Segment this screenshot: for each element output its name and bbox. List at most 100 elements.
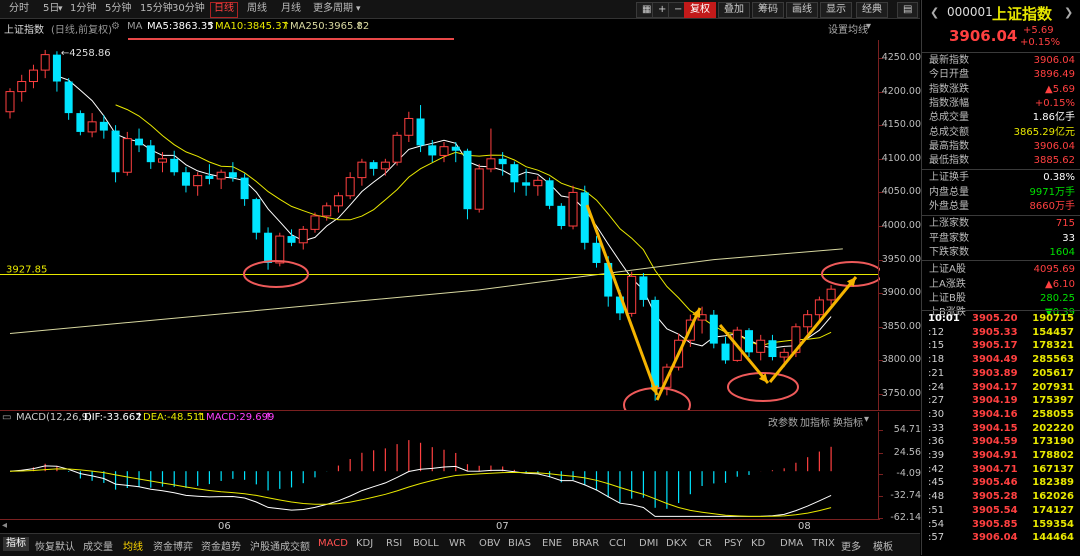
indicator-tab[interactable]: DMA	[780, 538, 803, 549]
classic-button[interactable]: 经典	[856, 2, 888, 18]
quote-row-label: 总成交量	[929, 112, 969, 124]
candlestick-chart[interactable]: 3927.85←4258.86←3711.11	[0, 40, 880, 410]
tab-timeframe-weekly[interactable]: 周线	[244, 2, 270, 16]
tick-row: :12 3905.33 154457	[922, 326, 1079, 340]
indicator-tab[interactable]: KDJ	[356, 538, 373, 549]
candle-body	[392, 134, 402, 163]
tick-volume: 144464	[1032, 532, 1074, 544]
tick-volume: 285563	[1032, 354, 1074, 366]
fuquan-button[interactable]: 复权	[684, 2, 716, 18]
indicator-tab[interactable]: TRIX	[812, 538, 835, 549]
overlay-button[interactable]: 叠加	[718, 2, 750, 18]
tick-time: :36	[928, 436, 945, 448]
indicator-tab[interactable]: PSY	[724, 538, 743, 549]
candle-body	[474, 168, 484, 210]
quote-row-value: 280.25	[1040, 292, 1075, 304]
tab-timeframe-daily[interactable]: 日线	[210, 2, 238, 18]
tab-timeframe-1min[interactable]: 1分钟	[67, 2, 99, 16]
quote-row-label: 上证A股	[929, 264, 966, 276]
indicator-tab[interactable]: CR	[698, 538, 712, 549]
quote-change-pct: +0.15%	[1020, 37, 1061, 48]
dea-line	[9, 468, 832, 517]
chips-button[interactable]: 筹码	[752, 2, 784, 18]
ma5-value: MA5:3863.35	[147, 21, 214, 32]
draw-button[interactable]: 画线	[786, 2, 818, 18]
index-name: 上证指数	[4, 25, 44, 36]
candle-body	[439, 146, 449, 156]
tick-price: 3906.04	[972, 532, 1018, 544]
scroll-left-icon[interactable]: ◂	[2, 520, 7, 531]
candle-body	[157, 158, 167, 163]
indicator-tab[interactable]: 资金趋势	[201, 538, 241, 553]
chevron-down-icon[interactable]: ▾	[864, 414, 869, 425]
indicator-tab[interactable]: 指标	[3, 537, 29, 551]
quote-change: +5.69	[1023, 25, 1054, 36]
quote-row-value: 9971万手	[1029, 186, 1075, 198]
y-tick-label: 4050.00	[881, 186, 921, 198]
chevron-right-icon[interactable]: ❯	[1064, 6, 1073, 19]
tick-volume: 207931	[1032, 381, 1074, 393]
quote-row: 上证A股 4095.69	[922, 263, 1079, 277]
indicator-tab[interactable]: MACD	[318, 538, 348, 549]
indicator-tab[interactable]: ENE	[542, 538, 562, 549]
tick-price: 3905.17	[972, 340, 1018, 352]
indicator-tab[interactable]: WR	[449, 538, 466, 549]
tab-timeframe-5min[interactable]: 5分钟	[102, 2, 134, 16]
indicator-tab[interactable]: 成交量	[83, 538, 113, 553]
gear-icon[interactable]: ⚙	[111, 21, 120, 32]
tab-timeframe-monthly[interactable]: 月线	[278, 2, 304, 16]
tick-time: 10:01	[928, 313, 960, 324]
tick-row: :24 3904.17 207931	[922, 381, 1079, 395]
quote-row: 总成交量 1.86亿手	[922, 111, 1079, 125]
menu-icon[interactable]: ▤	[897, 2, 919, 18]
quote-row: 平盘家数 33	[922, 232, 1079, 246]
tick-price: 3903.89	[972, 367, 1018, 379]
chevron-down-icon[interactable]: ▾	[356, 4, 361, 14]
indicator-tab[interactable]: 资金博弈	[153, 538, 193, 553]
panel-divider	[0, 410, 920, 411]
y-tick-label: 4000.00	[881, 220, 921, 231]
indicator-tab[interactable]: BOLL	[413, 538, 439, 549]
macd-y-tick-label: 24.56	[893, 446, 921, 458]
indicator-tab[interactable]: DKX	[666, 538, 687, 549]
tick-row: :48 3905.28 162026	[922, 490, 1079, 504]
ma-settings-link[interactable]: 设置均线	[828, 21, 868, 36]
tick-price: 3904.17	[972, 381, 1018, 393]
indicator-tabs: 指标 恢复默认 成交量 均线 资金博弈 资金趋势 沪股通成交额 MACD KDJ RSI BOLL W…	[0, 533, 920, 556]
candle-body	[803, 314, 813, 328]
indicator-tab[interactable]: 均线	[123, 538, 143, 553]
tab-timeframe-30min[interactable]: 30分钟	[169, 2, 208, 16]
quote-row: 内盘总量 9971万手	[922, 186, 1079, 200]
chevron-down-icon[interactable]: ▾	[866, 21, 871, 32]
tick-row: :39 3904.91 178802	[922, 449, 1079, 463]
indicator-tab[interactable]: OBV	[479, 538, 500, 549]
indicator-tab[interactable]: RSI	[386, 538, 402, 549]
tab-timeframe-more[interactable]: 更多周期	[310, 2, 356, 16]
indicator-tab[interactable]: 更多	[841, 538, 861, 553]
tab-timeframe-intraday[interactable]: 分时	[6, 2, 32, 16]
chevron-left-icon[interactable]: ❮	[930, 6, 939, 19]
tick-time: :54	[928, 518, 945, 530]
display-button[interactable]: 显示	[820, 2, 852, 18]
candle-body	[99, 121, 108, 131]
candle-body	[568, 191, 578, 227]
quote-row-label: 最低指数	[929, 155, 969, 167]
y-tick-label: 3950.00	[881, 253, 921, 265]
candle-body	[756, 339, 766, 353]
indicator-tab[interactable]: BRAR	[572, 538, 599, 549]
indicator-tab[interactable]: 模板	[873, 538, 893, 553]
tick-time: :45	[928, 477, 945, 489]
indicator-tab[interactable]: DMI	[639, 538, 658, 549]
tick-row: :27 3904.19 175397	[922, 394, 1079, 408]
y-tick-label: 3850.00	[881, 320, 921, 332]
y-tick-label: 4100.00	[881, 152, 921, 164]
indicator-tab[interactable]: 恢复默认	[35, 538, 75, 553]
chevron-down-icon[interactable]: ▾	[58, 4, 63, 14]
tick-volume: 190715	[1032, 313, 1074, 324]
indicator-tab[interactable]: 沪股通成交额	[250, 538, 310, 553]
indicator-tab[interactable]: CCI	[609, 538, 626, 549]
tick-row: :15 3905.17 178321	[922, 339, 1079, 353]
indicator-tab[interactable]: BIAS	[508, 538, 531, 549]
indicator-tab[interactable]: KD	[751, 538, 765, 549]
quote-row-value: ▲6.10	[1045, 278, 1075, 290]
